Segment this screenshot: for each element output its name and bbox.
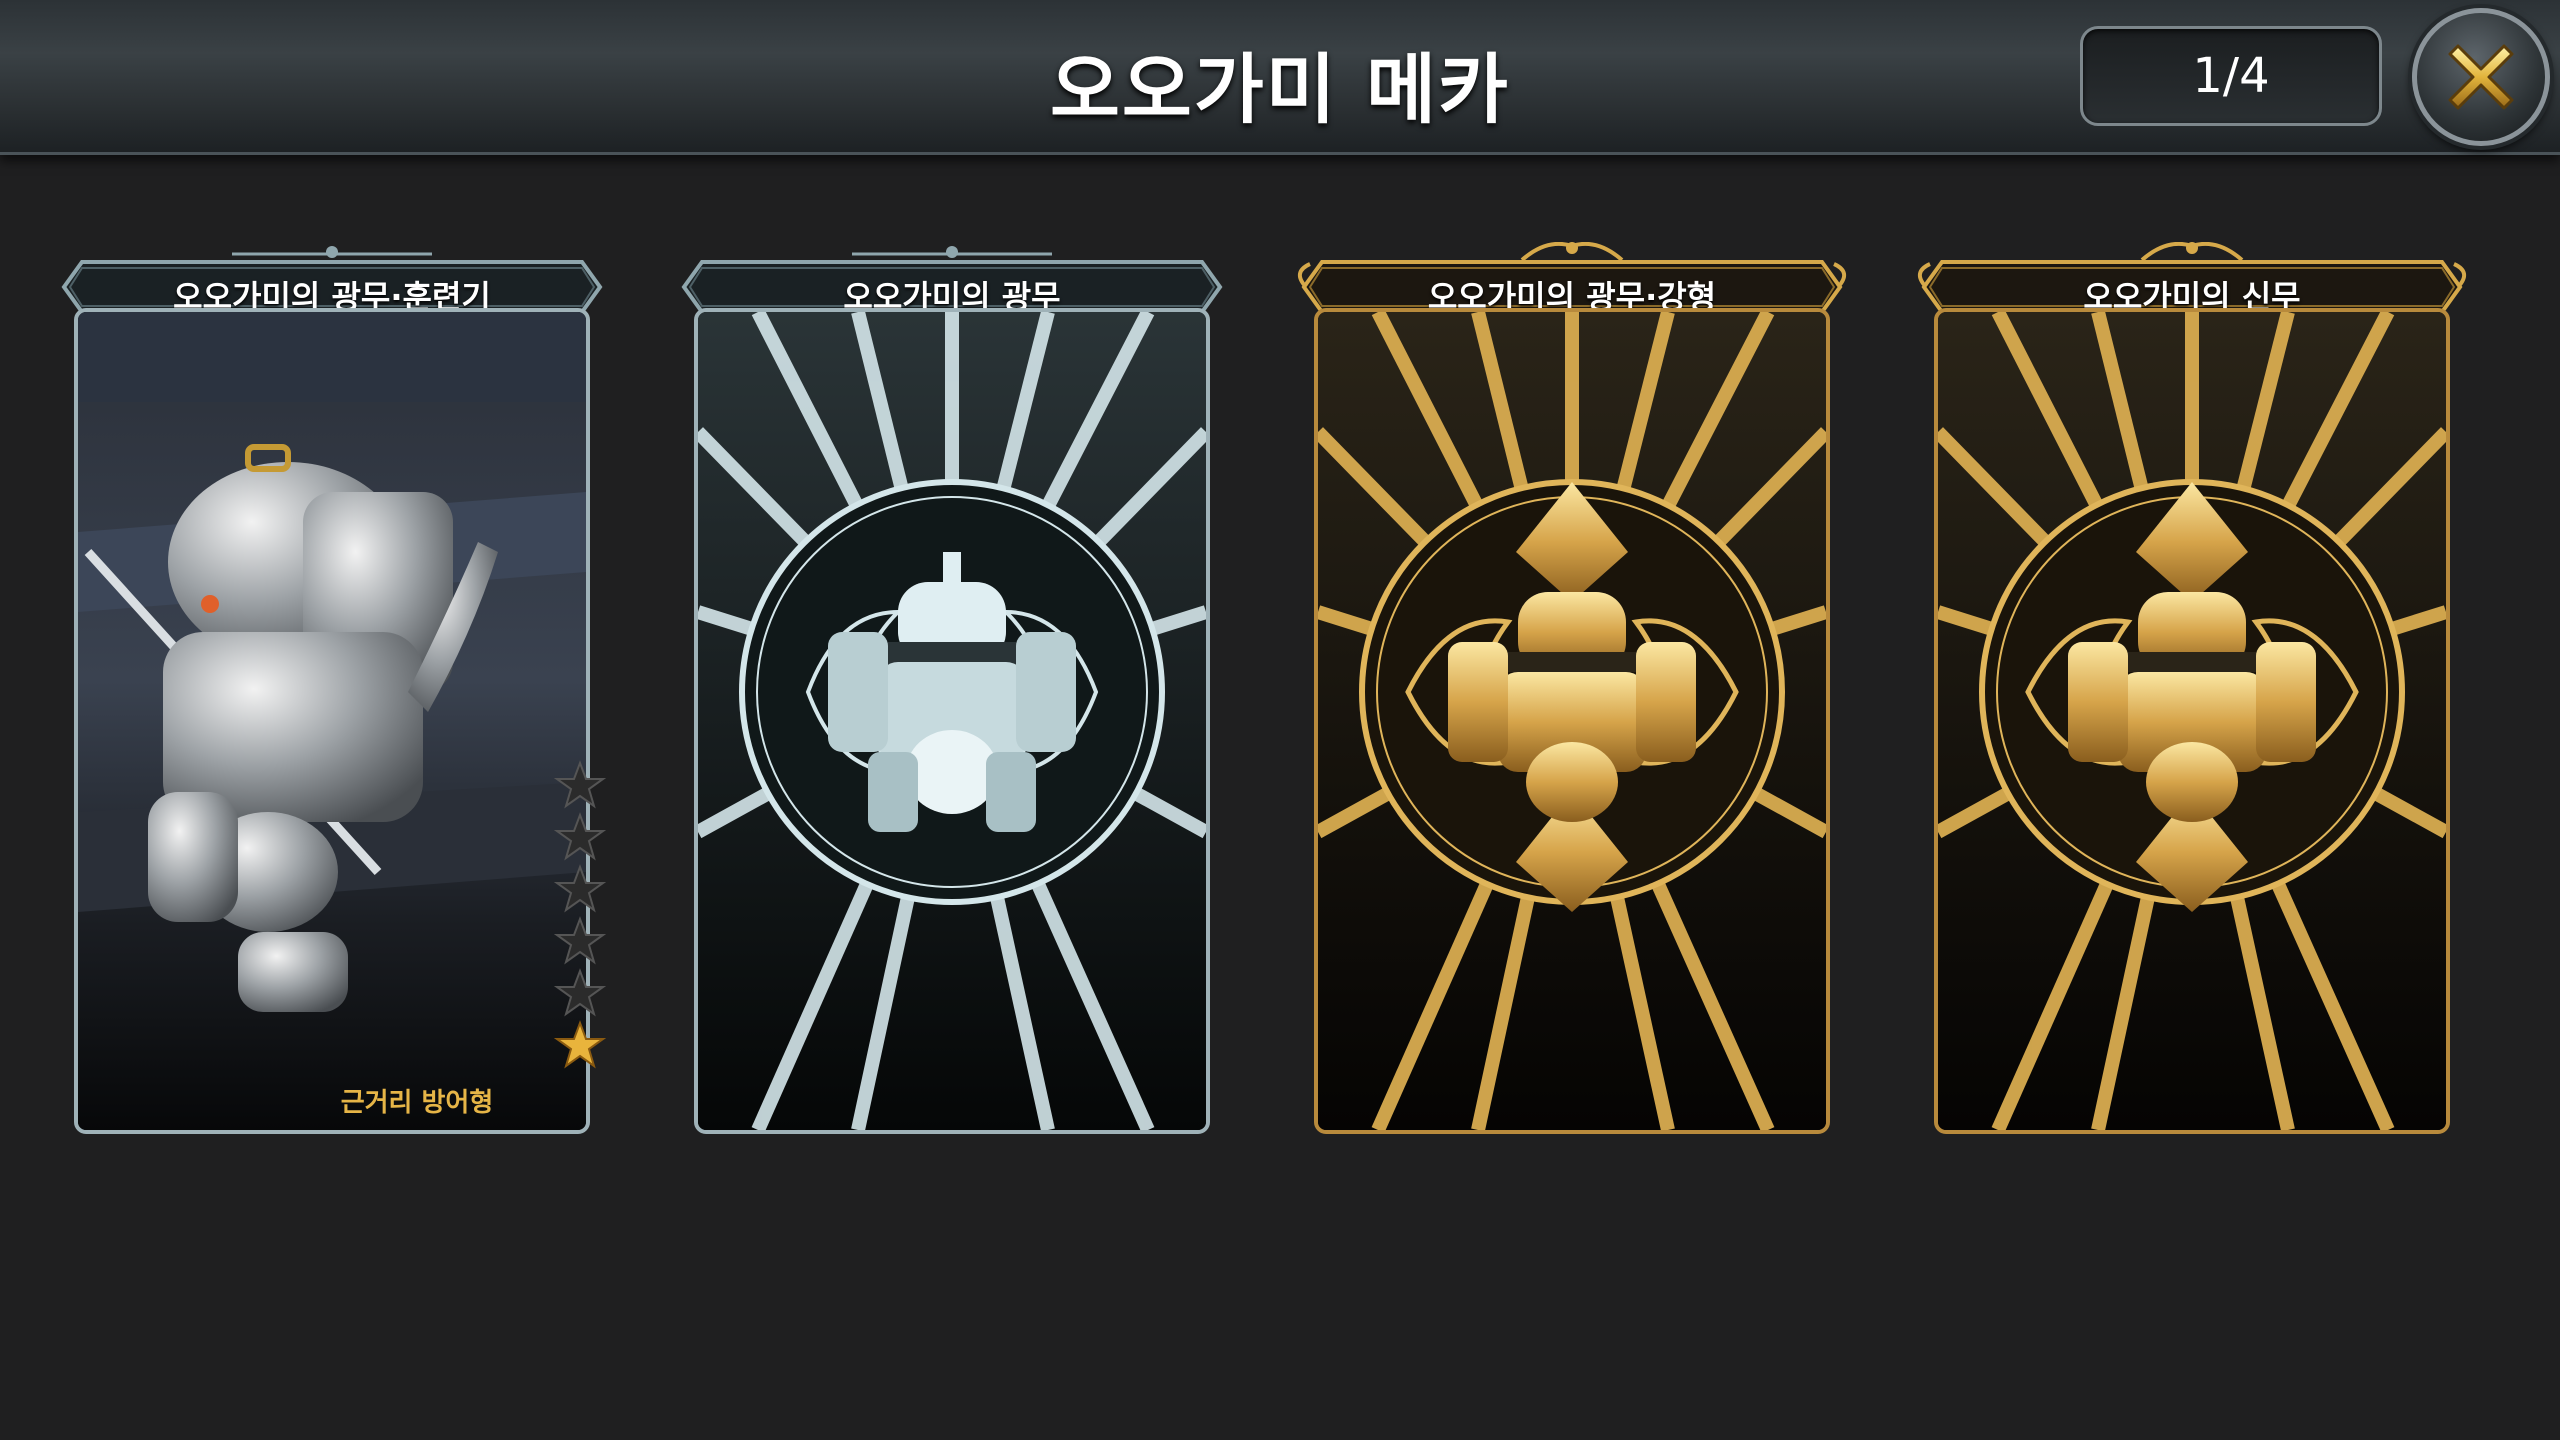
star-icon <box>554 1020 606 1069</box>
close-x-icon <box>2448 44 2514 110</box>
mecha-robot-illustration <box>78 312 586 1130</box>
mecha-card-1[interactable]: 오오가미의 광무·훈련기 근거리 방어형 <box>52 230 612 1136</box>
card-silhouette <box>1934 308 2450 1134</box>
star-icon <box>554 968 606 1017</box>
role-label: 근거리 방어형 <box>340 1088 494 1118</box>
mecha-card-3[interactable]: 오오가미의 광무·강형 <box>1292 230 1852 1136</box>
card-silhouette <box>694 308 1210 1134</box>
page-counter: 1/4 <box>2080 26 2382 126</box>
mecha-gold-emblem <box>1318 312 1826 1130</box>
star-icon <box>554 864 606 913</box>
mecha-gold-emblem <box>1938 312 2446 1130</box>
mecha-collection-screen: 오오가미 메카 1/4 오오가미의 광무·훈련기 근거리 방어형 오오가미의 광… <box>0 0 2560 1440</box>
star-icon <box>554 812 606 861</box>
card-portrait <box>74 308 590 1134</box>
header-bar: 오오가미 메카 1/4 <box>0 0 2560 155</box>
close-button[interactable] <box>2412 8 2550 146</box>
star-icon <box>554 916 606 965</box>
mecha-card-2[interactable]: 오오가미의 광무 <box>672 230 1232 1136</box>
star-icon <box>554 760 606 809</box>
mecha-silhouette-emblem <box>698 312 1206 1130</box>
card-silhouette <box>1314 308 1830 1134</box>
mecha-card-4[interactable]: 오오가미의 신무 <box>1912 230 2472 1136</box>
